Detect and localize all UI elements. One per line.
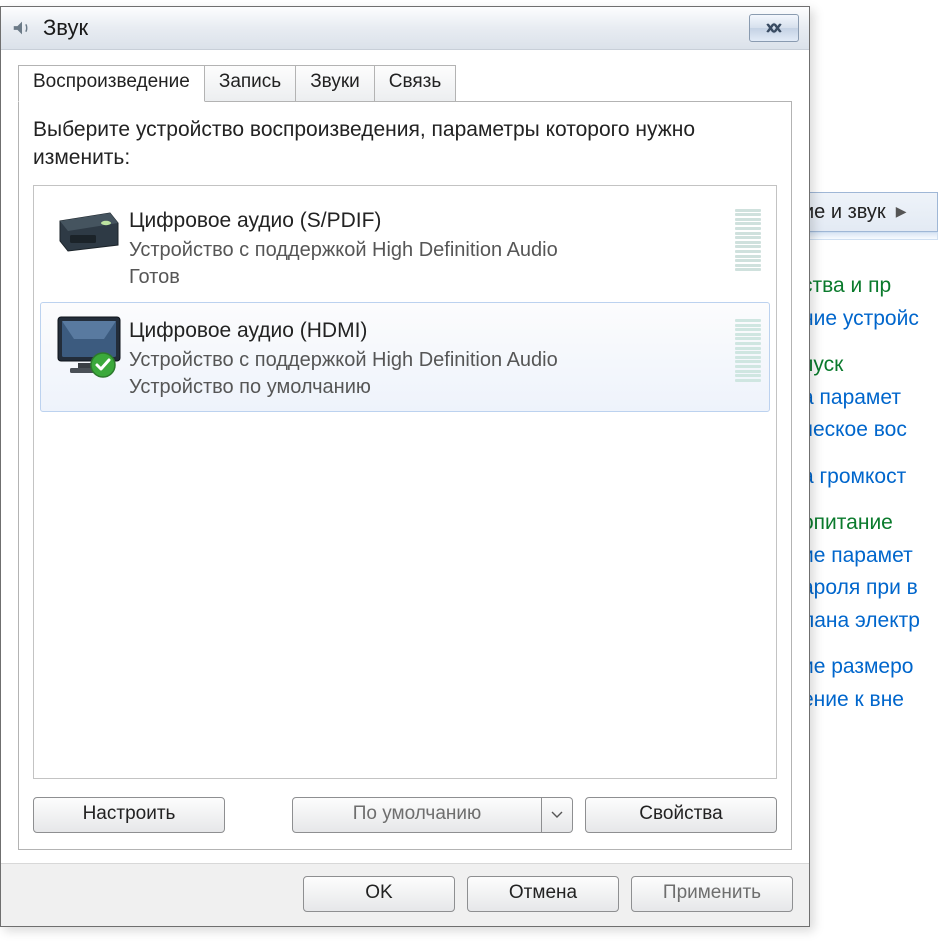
device-row[interactable]: Цифровое аудио (S/PDIF)Устройство с подд… xyxy=(40,192,770,302)
sound-dialog: Звук ВоспроизведениеЗаписьЗвукиСвязь Выб… xyxy=(0,6,810,927)
breadcrumb-text: ие и звук xyxy=(803,197,886,228)
ok-button[interactable]: OK xyxy=(303,876,455,912)
properties-button[interactable]: Свойства xyxy=(585,797,777,833)
dialog-client: ВоспроизведениеЗаписьЗвукиСвязь Выберите… xyxy=(1,50,809,863)
bg-link[interactable]: лана электр xyxy=(802,605,938,638)
monitor-icon xyxy=(49,313,129,375)
bg-link[interactable]: ение к вне xyxy=(802,684,938,717)
bg-link[interactable]: а парамет xyxy=(802,382,938,415)
prompt-text: Выберите устройство воспроизведения, пар… xyxy=(33,116,777,173)
set-default-button[interactable]: По умолчанию xyxy=(292,797,542,833)
bg-link[interactable]: ие парамет xyxy=(802,540,938,573)
dialog-title: Звук xyxy=(43,15,88,41)
tab-strip: ВоспроизведениеЗаписьЗвукиСвязь xyxy=(18,65,792,102)
device-name: Цифровое аудио (HDMI) xyxy=(129,317,735,345)
tab-3[interactable]: Связь xyxy=(374,65,457,101)
titlebar[interactable]: Звук xyxy=(1,7,809,50)
check-default-icon xyxy=(89,351,117,379)
bg-link[interactable]: ие размеро xyxy=(802,651,938,684)
device-name: Цифровое аудио (S/PDIF) xyxy=(129,207,735,235)
level-meter xyxy=(735,203,761,272)
device-text: Цифровое аудио (S/PDIF)Устройство с подд… xyxy=(129,203,735,291)
device-text: Цифровое аудио (HDMI)Устройство с поддер… xyxy=(129,313,735,401)
device-desc: Устройство с поддержкой High Definition … xyxy=(129,347,735,374)
dialog-footer: OK Отмена Применить xyxy=(1,863,809,926)
bg-heading: пуск xyxy=(802,349,938,382)
tab-playback: Выберите устройство воспроизведения, пар… xyxy=(18,102,792,850)
bg-link[interactable]: ние устройс xyxy=(802,303,938,336)
audio-device-icon xyxy=(49,203,129,253)
breadcrumb[interactable]: ие и звук ▶ xyxy=(798,192,938,232)
background-window: ие и звук ▶ ства и прние устройс пуска па… xyxy=(798,0,938,944)
level-meter xyxy=(735,313,761,382)
set-default-split-button[interactable]: По умолчанию xyxy=(292,797,573,833)
chevron-right-icon: ▶ xyxy=(896,201,907,223)
tab-2[interactable]: Звуки xyxy=(295,65,375,101)
set-default-dropdown[interactable] xyxy=(542,797,573,833)
device-status: Устройство по умолчанию xyxy=(129,374,735,401)
tab-1[interactable]: Запись xyxy=(204,65,296,101)
bg-link[interactable]: а громкост xyxy=(802,461,938,494)
device-status: Готов xyxy=(129,264,735,291)
tab-0[interactable]: Воспроизведение xyxy=(18,65,205,102)
close-button[interactable] xyxy=(749,14,799,42)
configure-button[interactable]: Настроить xyxy=(33,797,225,833)
device-list[interactable]: Цифровое аудио (S/PDIF)Устройство с подд… xyxy=(33,185,777,779)
cancel-button[interactable]: Отмена xyxy=(467,876,619,912)
apply-button[interactable]: Применить xyxy=(631,876,793,912)
speaker-icon xyxy=(11,17,33,39)
bg-heading: ства и пр xyxy=(802,270,938,303)
device-desc: Устройство с поддержкой High Definition … xyxy=(129,237,735,264)
bg-heading: опитание xyxy=(802,507,938,540)
bg-link[interactable]: ароля при в xyxy=(802,572,938,605)
bg-link[interactable]: ческое вос xyxy=(802,414,938,447)
device-row[interactable]: Цифровое аудио (HDMI)Устройство с поддер… xyxy=(40,302,770,412)
